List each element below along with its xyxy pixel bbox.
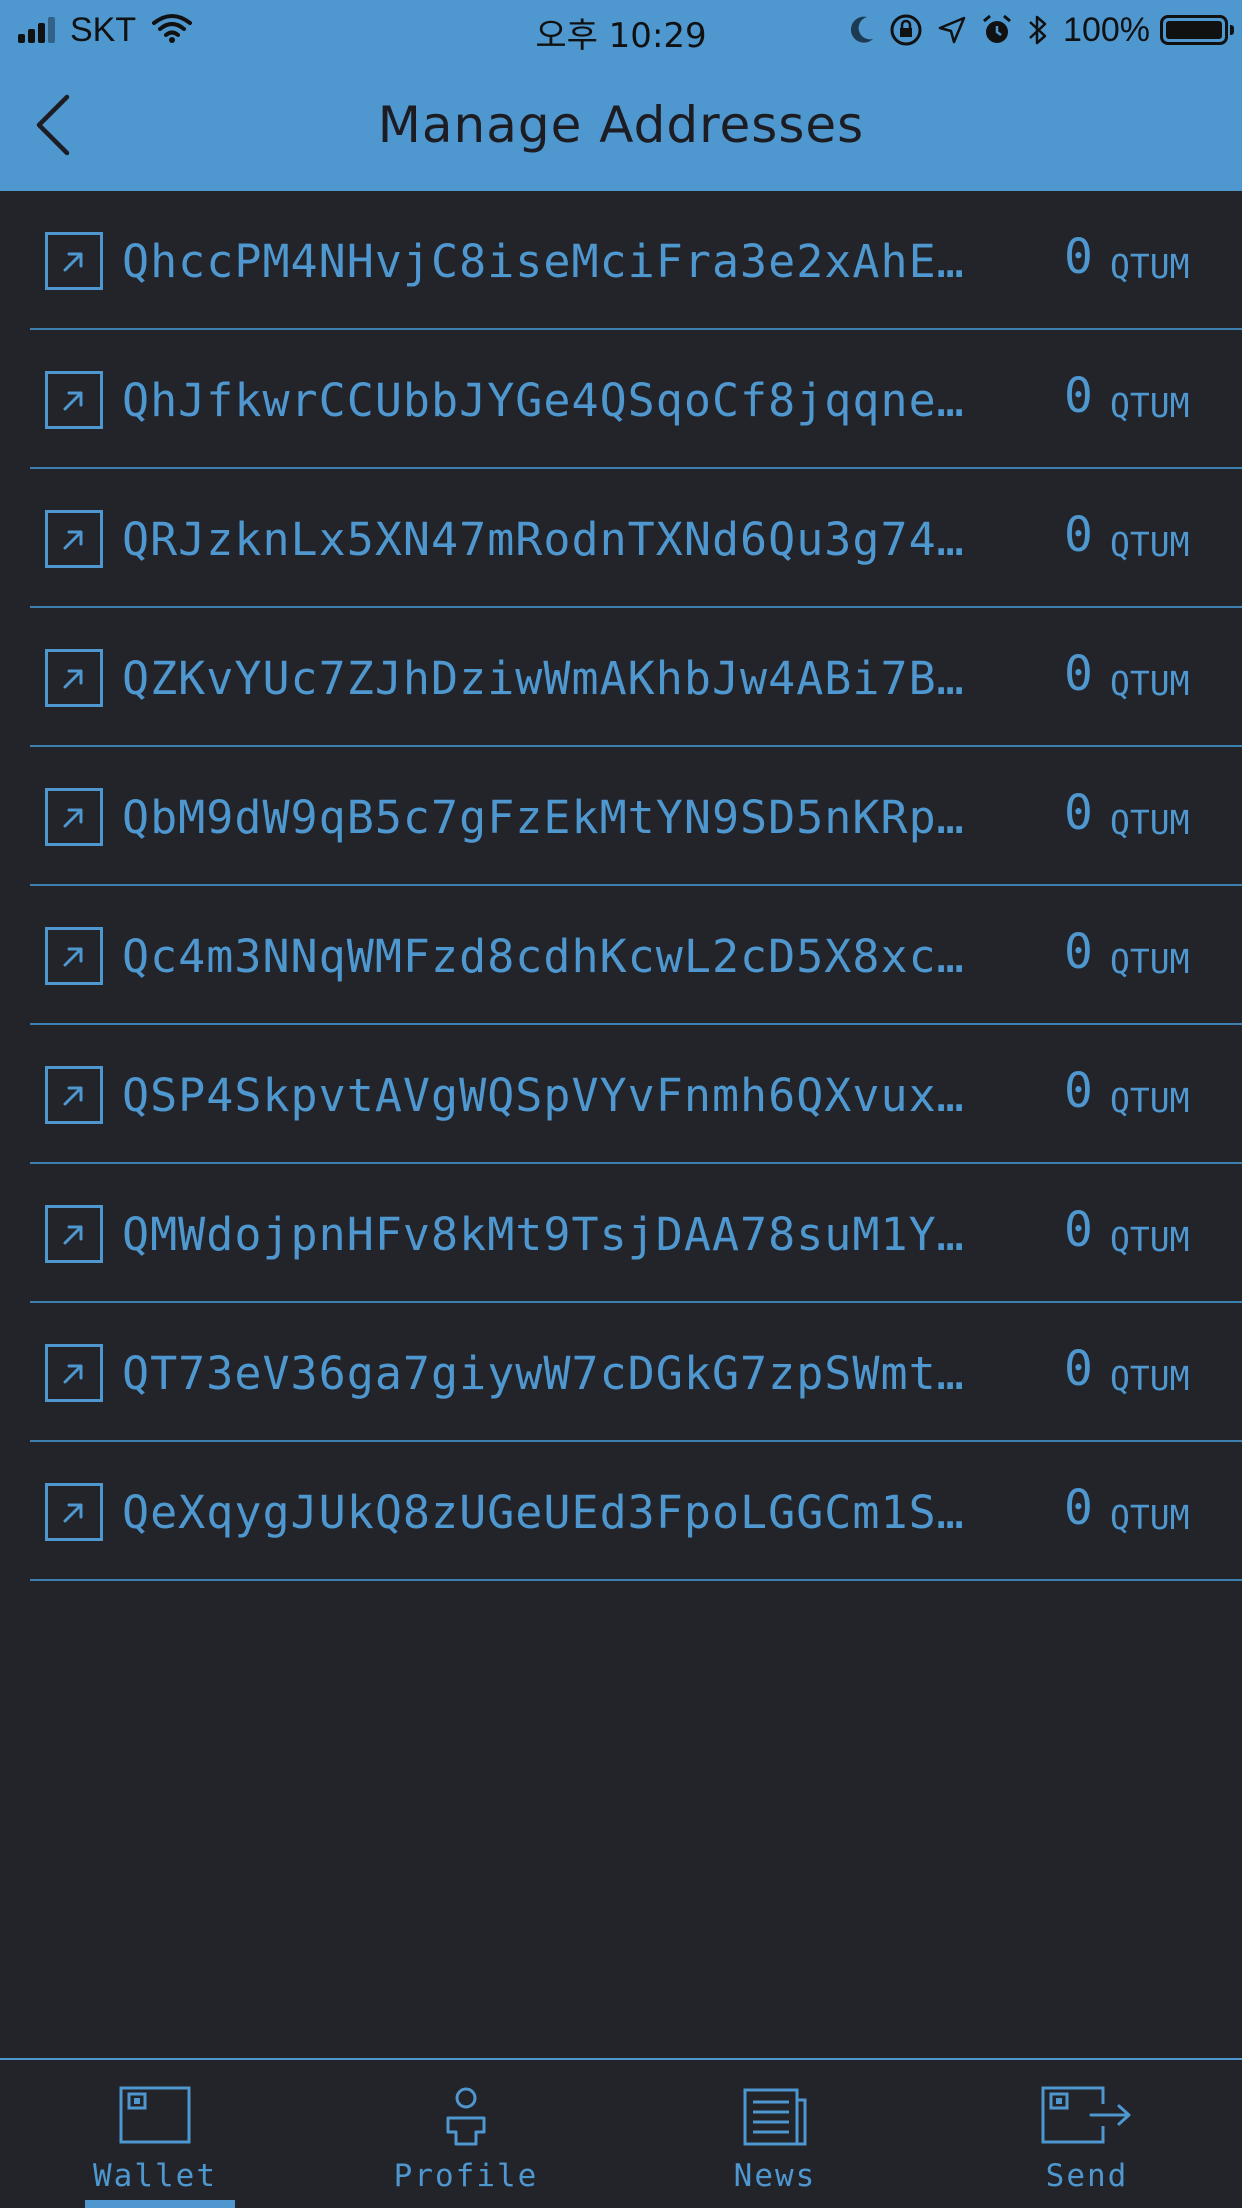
balance-unit: QTUM bbox=[1110, 247, 1190, 286]
balance-amount: 0 bbox=[1064, 1341, 1093, 1397]
tab-profile[interactable]: Profile bbox=[366, 2060, 566, 2208]
balance-unit: QTUM bbox=[1110, 803, 1190, 842]
balance-amount: 0 bbox=[1064, 229, 1093, 285]
tab-bar: Wallet Profile News Send bbox=[0, 2058, 1242, 2208]
external-link-icon[interactable] bbox=[45, 232, 103, 290]
address-text: QT73eV36ga7giywW7cDGkG7zpSWmt… bbox=[122, 1347, 965, 1400]
balance-amount: 0 bbox=[1064, 368, 1093, 424]
address-text: QhJfkwrCCUbbJYGe4QSqoCf8jqqne… bbox=[122, 374, 965, 427]
address-row[interactable]: QZKvYUc7ZJhDziwWmAKhbJw4ABi7B… 0 QTUM bbox=[30, 608, 1242, 747]
address-row[interactable]: QMWdojpnHFv8kMt9TsjDAA78suM1Y… 0 QTUM bbox=[30, 1164, 1242, 1303]
balance-unit: QTUM bbox=[1110, 1220, 1190, 1259]
external-link-icon[interactable] bbox=[45, 788, 103, 846]
tab-send[interactable]: Send bbox=[987, 2060, 1187, 2208]
balance-unit: QTUM bbox=[1110, 386, 1190, 425]
balance-amount: 0 bbox=[1064, 1202, 1093, 1258]
external-link-icon[interactable] bbox=[45, 927, 103, 985]
location-icon bbox=[937, 15, 967, 45]
address-text: QSP4SkpvtAVgWQSpVYvFnmh6QXvux… bbox=[122, 1069, 965, 1122]
address-row[interactable]: Qc4m3NNqWMFzd8cdhKcwL2cD5X8xc… 0 QTUM bbox=[30, 886, 1242, 1025]
balance-unit: QTUM bbox=[1110, 1081, 1190, 1120]
address-text: QMWdojpnHFv8kMt9TsjDAA78suM1Y… bbox=[122, 1208, 965, 1261]
address-row[interactable]: QSP4SkpvtAVgWQSpVYvFnmh6QXvux… 0 QTUM bbox=[30, 1025, 1242, 1164]
tab-news[interactable]: News bbox=[675, 2060, 875, 2208]
tab-label: Wallet bbox=[93, 2158, 217, 2194]
balance-unit: QTUM bbox=[1110, 1498, 1190, 1537]
news-icon bbox=[675, 2086, 875, 2150]
profile-icon bbox=[366, 2086, 566, 2150]
send-icon bbox=[987, 2086, 1187, 2150]
balance-unit: QTUM bbox=[1110, 664, 1190, 703]
navigation-bar: Manage Addresses bbox=[0, 60, 1242, 191]
tab-wallet[interactable]: Wallet bbox=[55, 2060, 255, 2208]
balance-amount: 0 bbox=[1064, 785, 1093, 841]
balance-unit: QTUM bbox=[1110, 942, 1190, 981]
battery-percentage: 100% bbox=[1063, 10, 1150, 49]
address-row[interactable]: QbM9dW9qB5c7gFzEkMtYN9SD5nKRp… 0 QTUM bbox=[30, 747, 1242, 886]
address-row[interactable]: QhccPM4NHvjC8iseMciFra3e2xAhE… 0 QTUM bbox=[30, 191, 1242, 330]
tab-label: Profile bbox=[393, 2158, 539, 2194]
address-text: QhccPM4NHvjC8iseMciFra3e2xAhE… bbox=[122, 235, 965, 288]
balance-amount: 0 bbox=[1064, 507, 1093, 563]
active-tab-indicator bbox=[85, 2200, 235, 2208]
address-text: Qc4m3NNqWMFzd8cdhKcwL2cD5X8xc… bbox=[122, 930, 965, 983]
address-text: QZKvYUc7ZJhDziwWmAKhbJw4ABi7B… bbox=[122, 652, 965, 705]
address-row[interactable]: QeXqygJUkQ8zUGeUEd3FpoLGGCm1S… 0 QTUM bbox=[30, 1442, 1242, 1581]
bluetooth-icon bbox=[1027, 13, 1049, 47]
balance-amount: 0 bbox=[1064, 1480, 1093, 1536]
page-title: Manage Addresses bbox=[377, 96, 865, 154]
external-link-icon[interactable] bbox=[45, 1205, 103, 1263]
address-row[interactable]: QRJzknLx5XN47mRodnTXNd6Qu3g74… 0 QTUM bbox=[30, 469, 1242, 608]
external-link-icon[interactable] bbox=[45, 1344, 103, 1402]
balance-unit: QTUM bbox=[1110, 525, 1190, 564]
external-link-icon[interactable] bbox=[45, 371, 103, 429]
tab-label: Send bbox=[1045, 2158, 1129, 2194]
address-text: QeXqygJUkQ8zUGeUEd3FpoLGGCm1S… bbox=[122, 1486, 965, 1539]
balance-unit: QTUM bbox=[1110, 1359, 1190, 1398]
status-bar-right: 100% bbox=[849, 10, 1234, 50]
address-text: QbM9dW9qB5c7gFzEkMtYN9SD5nKRp… bbox=[122, 791, 965, 844]
status-bar: SKT 오후 10:29 100% bbox=[0, 0, 1242, 60]
balance-amount: 0 bbox=[1064, 646, 1093, 702]
address-row[interactable]: QhJfkwrCCUbbJYGe4QSqoCf8jqqne… 0 QTUM bbox=[30, 330, 1242, 469]
external-link-icon[interactable] bbox=[45, 649, 103, 707]
address-list: QhccPM4NHvjC8iseMciFra3e2xAhE… 0 QTUM QhJfk… bbox=[0, 191, 1242, 1581]
battery-icon bbox=[1160, 15, 1234, 45]
tab-label: News bbox=[733, 2158, 817, 2194]
balance-amount: 0 bbox=[1064, 1063, 1093, 1119]
moon-icon bbox=[849, 15, 875, 45]
balance-amount: 0 bbox=[1064, 924, 1093, 980]
wallet-icon bbox=[55, 2086, 255, 2150]
external-link-icon[interactable] bbox=[45, 510, 103, 568]
address-row[interactable]: QT73eV36ga7giywW7cDGkG7zpSWmt… 0 QTUM bbox=[30, 1303, 1242, 1442]
address-text: QRJzknLx5XN47mRodnTXNd6Qu3g74… bbox=[122, 513, 965, 566]
alarm-icon bbox=[981, 14, 1013, 46]
rotation-lock-icon bbox=[889, 13, 923, 47]
external-link-icon[interactable] bbox=[45, 1066, 103, 1124]
external-link-icon[interactable] bbox=[45, 1483, 103, 1541]
